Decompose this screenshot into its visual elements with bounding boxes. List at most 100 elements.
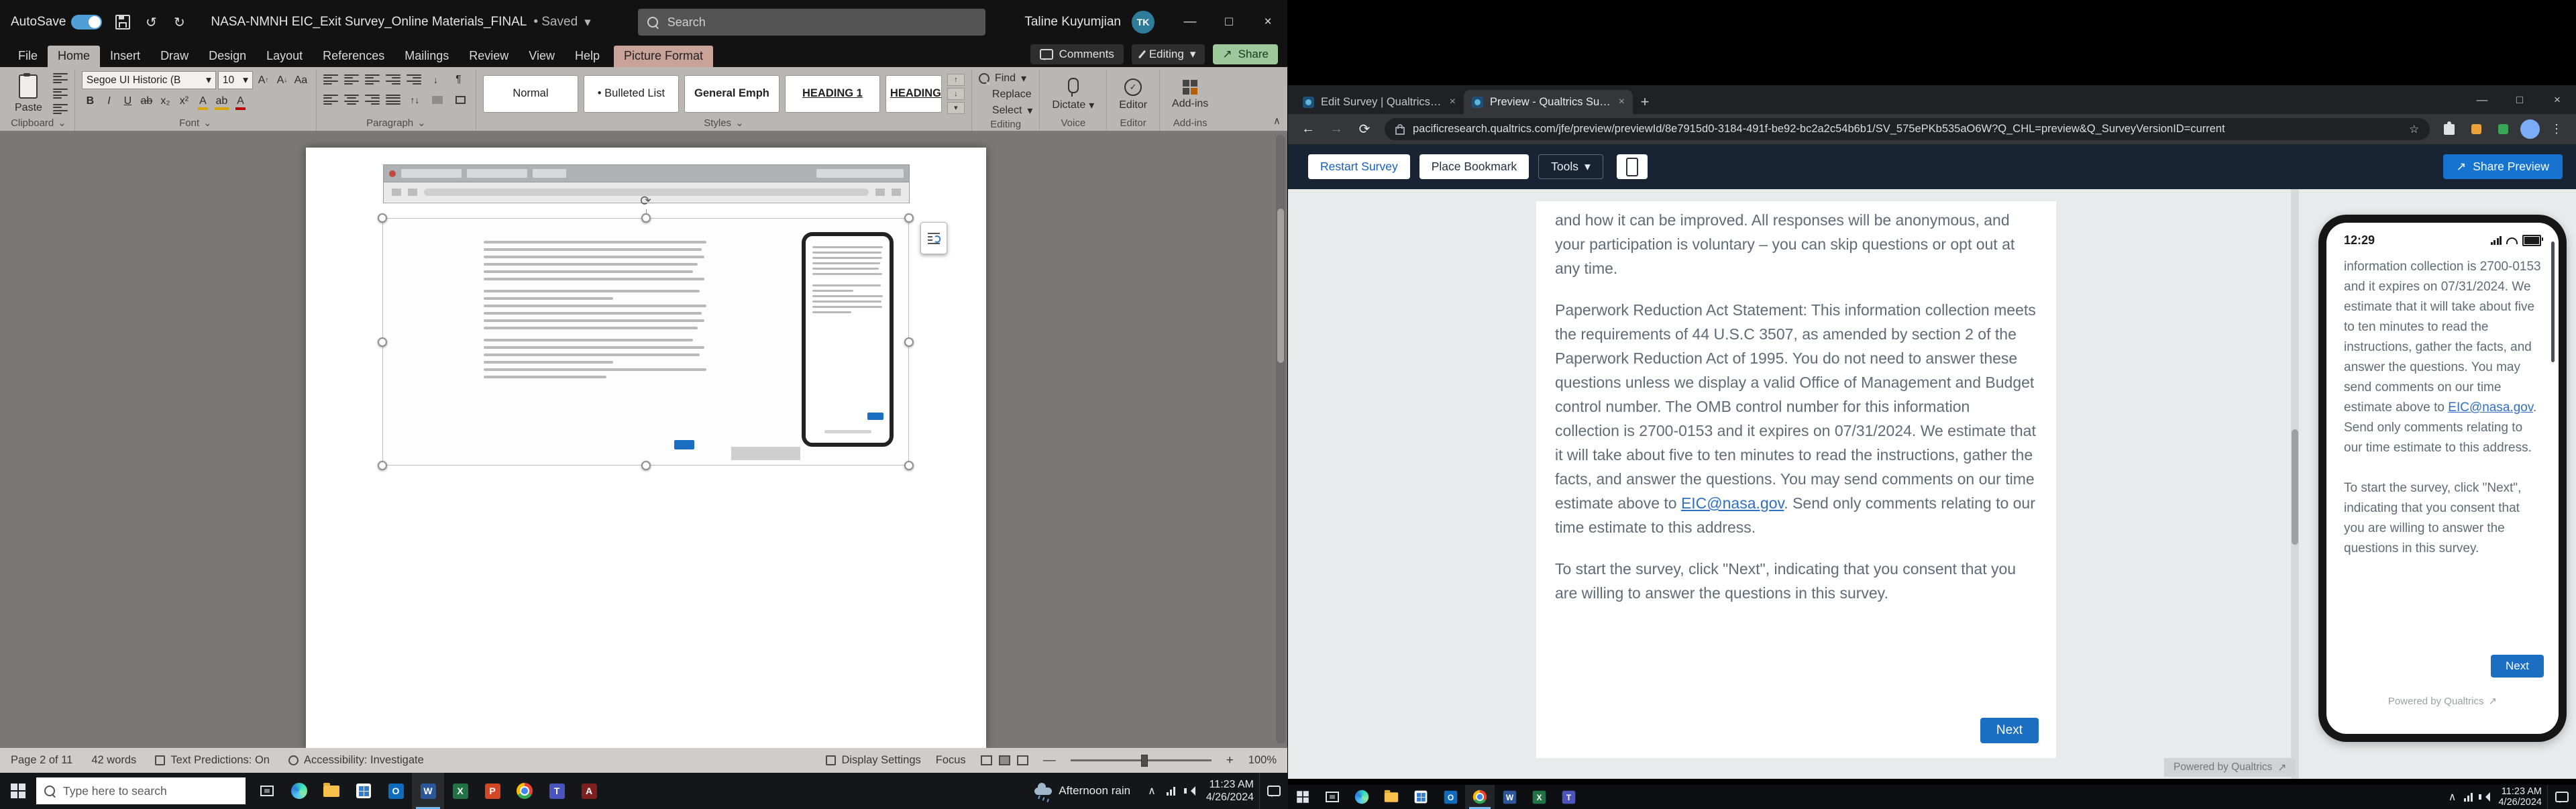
selected-picture[interactable]: ⟳ bbox=[383, 219, 908, 465]
address-bar[interactable]: pacificresearch.qualtrics.com/jfe/previe… bbox=[1385, 118, 2430, 140]
preview-scrollbar[interactable] bbox=[2291, 189, 2299, 779]
taskbar-outlook[interactable]: O bbox=[1436, 785, 1465, 809]
start-button[interactable] bbox=[0, 773, 36, 809]
ribbon-tab-references[interactable]: References bbox=[313, 46, 394, 67]
decrease-indent-icon[interactable] bbox=[386, 74, 400, 85]
web-layout-icon[interactable] bbox=[1017, 755, 1028, 765]
grow-font-button[interactable]: A↑ bbox=[255, 72, 272, 89]
close-button[interactable]: × bbox=[1248, 0, 1287, 44]
zoom-level[interactable]: 100% bbox=[1248, 754, 1277, 767]
style-general-emph[interactable]: General Emph bbox=[684, 75, 780, 113]
phone-powered-by[interactable]: Powered by Qualtrics ↗ bbox=[2326, 695, 2559, 707]
forward-button[interactable]: → bbox=[1324, 117, 1348, 142]
word-search-box[interactable] bbox=[638, 9, 985, 36]
style-bulleted-list[interactable]: • Bulleted List bbox=[584, 75, 679, 113]
justify-icon[interactable] bbox=[386, 95, 400, 105]
taskbar-pdf[interactable]: A bbox=[573, 773, 605, 809]
task-view-button[interactable] bbox=[1318, 785, 1347, 809]
taskbar-file-explorer[interactable] bbox=[1377, 785, 1406, 809]
preview-scrollbar-thumb[interactable] bbox=[2292, 429, 2298, 545]
network-icon[interactable] bbox=[1167, 787, 1175, 796]
taskbar-store[interactable] bbox=[1406, 785, 1436, 809]
ribbon-tab-insert[interactable]: Insert bbox=[100, 46, 150, 67]
style-heading-2[interactable]: HEADING bbox=[885, 75, 942, 113]
font-size-combo[interactable]: 10▾ bbox=[218, 71, 253, 89]
align-center-icon[interactable] bbox=[344, 95, 359, 105]
minimize-button[interactable]: — bbox=[1171, 0, 1210, 44]
extensions-button[interactable] bbox=[2438, 118, 2461, 141]
ribbon-tab-picture-format[interactable]: Picture Format bbox=[614, 46, 713, 67]
start-button[interactable] bbox=[1288, 785, 1318, 809]
focus-mode[interactable]: Focus bbox=[936, 754, 966, 767]
taskbar-teams[interactable]: T bbox=[541, 773, 573, 809]
volume-icon[interactable] bbox=[1186, 786, 1195, 796]
zoom-slider-thumb[interactable] bbox=[1141, 755, 1148, 767]
italic-button[interactable]: I bbox=[101, 93, 117, 109]
collapse-ribbon-icon[interactable]: ∧ bbox=[1273, 115, 1281, 127]
gallery-up-icon[interactable]: ↑ bbox=[947, 74, 965, 86]
ribbon-tab-mailings[interactable]: Mailings bbox=[394, 46, 459, 67]
document-scrollbar[interactable] bbox=[1276, 135, 1285, 744]
autosave-toggle[interactable] bbox=[71, 15, 102, 30]
align-left-icon[interactable] bbox=[323, 95, 338, 105]
maximize-button[interactable]: □ bbox=[1210, 0, 1248, 44]
redo-button[interactable]: ↻ bbox=[165, 7, 193, 37]
numbering-icon[interactable] bbox=[344, 74, 359, 85]
show-formatting-icon[interactable]: ¶ bbox=[450, 71, 467, 88]
ribbon-tab-file[interactable]: File bbox=[8, 46, 48, 67]
line-spacing-icon[interactable]: ↑↓ bbox=[407, 91, 423, 108]
taskbar-weather[interactable]: Afternoon rain bbox=[1034, 784, 1130, 798]
word-count[interactable]: 42 words bbox=[91, 754, 136, 767]
save-button[interactable] bbox=[109, 7, 137, 37]
comments-button[interactable]: Comments bbox=[1030, 44, 1124, 64]
dialog-launcher-icon[interactable]: ⌄ bbox=[203, 117, 212, 129]
phone-scrollbar-thumb[interactable] bbox=[2551, 241, 2555, 362]
taskbar-outlook[interactable]: O bbox=[380, 773, 412, 809]
layout-options-button[interactable] bbox=[920, 222, 947, 254]
taskbar-chrome[interactable] bbox=[508, 773, 541, 809]
minimize-button[interactable]: — bbox=[2463, 85, 2501, 114]
align-right-icon[interactable] bbox=[365, 95, 380, 105]
ribbon-tab-draw[interactable]: Draw bbox=[150, 46, 199, 67]
taskbar-edge[interactable] bbox=[1347, 785, 1377, 809]
tray-chevron-icon[interactable]: ∧ bbox=[1148, 784, 1156, 798]
document-title[interactable]: NASA-NMNH EIC_Exit Survey_Online Materia… bbox=[211, 15, 590, 30]
tab-close-icon[interactable]: × bbox=[1450, 96, 1456, 108]
share-button[interactable]: ↗ Share bbox=[1213, 44, 1278, 64]
highlight-button[interactable]: ab bbox=[213, 93, 230, 109]
tab-close-icon[interactable]: × bbox=[1619, 96, 1625, 108]
ribbon-tab-review[interactable]: Review bbox=[459, 46, 519, 67]
multilevel-list-icon[interactable] bbox=[365, 74, 380, 85]
ribbon-tab-view[interactable]: View bbox=[519, 46, 565, 67]
chrome-menu-button[interactable]: ⋮ bbox=[2545, 118, 2568, 141]
bold-button[interactable]: B bbox=[82, 93, 99, 109]
resize-handle-bottom-right[interactable] bbox=[904, 461, 914, 470]
avatar[interactable]: TK bbox=[1132, 11, 1155, 34]
place-bookmark-button[interactable]: Place Bookmark bbox=[1419, 154, 1529, 179]
display-settings[interactable]: Display Settings bbox=[826, 754, 920, 767]
tray-chevron-icon[interactable]: ∧ bbox=[2449, 790, 2457, 804]
profile-button[interactable] bbox=[2518, 118, 2541, 141]
taskbar-edge[interactable] bbox=[283, 773, 315, 809]
action-center-button[interactable] bbox=[2547, 785, 2576, 809]
email-link[interactable]: EIC@nasa.gov bbox=[2448, 400, 2533, 415]
restart-survey-button[interactable]: Restart Survey bbox=[1308, 154, 1410, 179]
extension-1[interactable] bbox=[2465, 118, 2487, 141]
dialog-launcher-icon[interactable]: ⌄ bbox=[417, 117, 426, 129]
superscript-button[interactable]: x² bbox=[176, 93, 193, 109]
increase-indent-icon[interactable] bbox=[407, 74, 421, 85]
resize-handle-middle-left[interactable] bbox=[378, 337, 387, 347]
resize-handle-bottom-middle[interactable] bbox=[641, 461, 651, 470]
paste-button[interactable]: Paste bbox=[9, 71, 48, 116]
taskbar-store[interactable] bbox=[347, 773, 380, 809]
resize-handle-top-middle[interactable] bbox=[641, 213, 651, 223]
task-view-button[interactable] bbox=[251, 773, 283, 809]
word-search-input[interactable] bbox=[666, 15, 976, 30]
email-link[interactable]: EIC@nasa.gov bbox=[1681, 494, 1784, 512]
read-mode-icon[interactable] bbox=[981, 755, 992, 765]
dictate-button[interactable]: Dictate▾ bbox=[1046, 71, 1099, 117]
page-indicator[interactable]: Page 2 of 11 bbox=[11, 754, 72, 767]
copy-icon[interactable] bbox=[53, 89, 68, 99]
tab-preview-survey[interactable]: Preview - Qualtrics Survey | Q × bbox=[1464, 90, 1633, 114]
resize-handle-middle-right[interactable] bbox=[904, 337, 914, 347]
